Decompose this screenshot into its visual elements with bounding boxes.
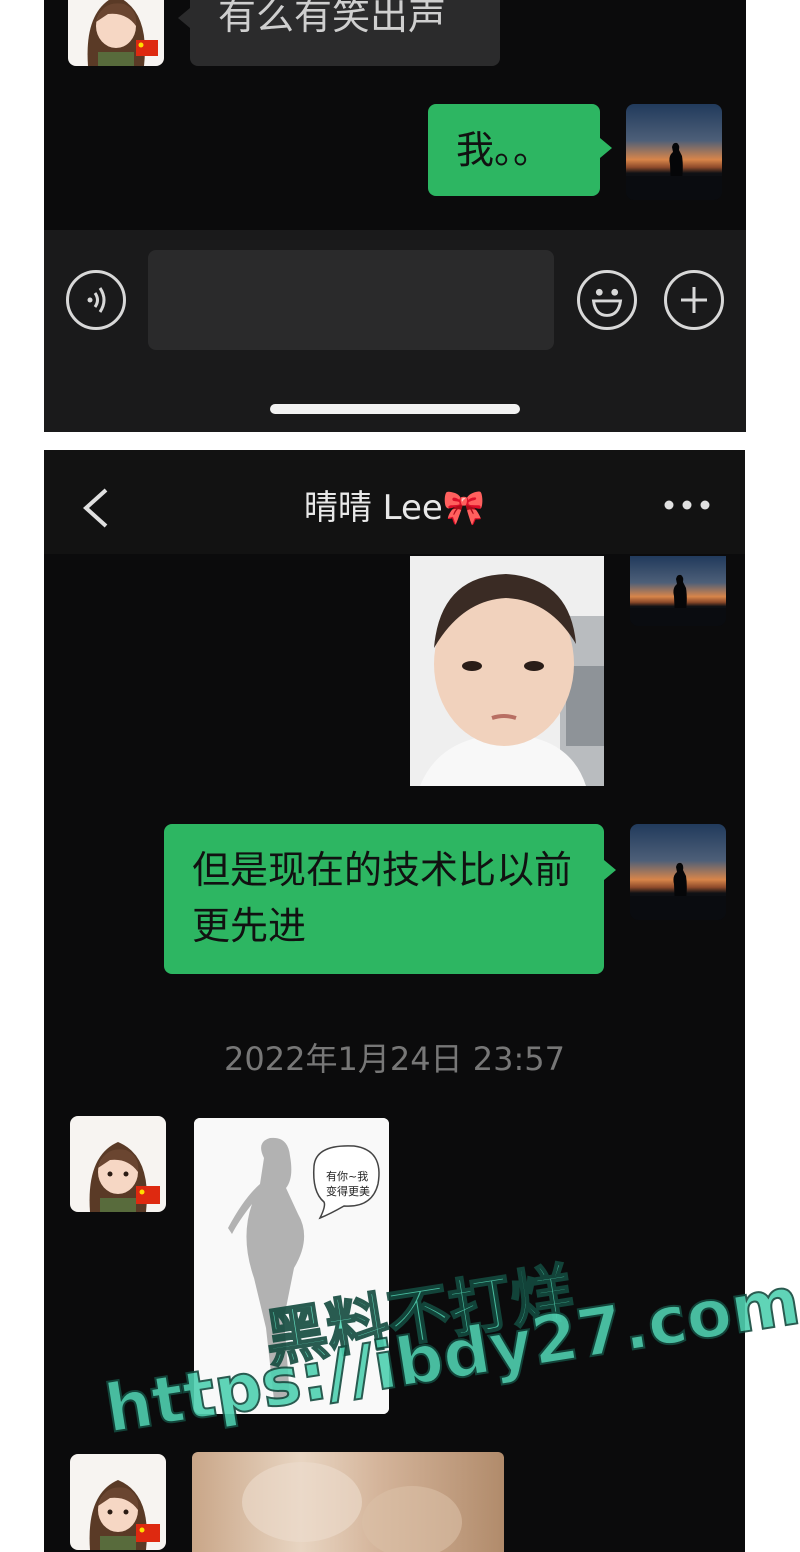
my-avatar[interactable] — [630, 556, 726, 626]
blurred-photo — [242, 1462, 462, 1552]
baby-photo — [410, 556, 604, 786]
contact-avatar[interactable] — [70, 1454, 166, 1550]
contact-avatar[interactable] — [68, 0, 164, 66]
plus-button[interactable] — [664, 270, 724, 330]
my-avatar[interactable] — [626, 104, 722, 200]
my-avatar[interactable] — [630, 824, 726, 920]
message-text: 但是现在的技术比以前更先进 — [192, 848, 573, 948]
chat-screen-top: 有么有笑出声 我。。 — [44, 0, 746, 432]
contact-avatar[interactable] — [70, 1116, 166, 1212]
input-bar — [44, 230, 746, 432]
outgoing-text-bubble[interactable]: 但是现在的技术比以前更先进 — [164, 824, 604, 974]
bubble-tail — [600, 138, 612, 158]
emoji-button[interactable] — [577, 270, 637, 330]
plus-icon — [681, 287, 707, 313]
bubble-tail — [178, 8, 190, 28]
home-indicator[interactable] — [270, 404, 520, 414]
contact-name: 晴晴 Lee🎀 — [303, 488, 486, 528]
nav-bar: 晴晴 Lee🎀 — [44, 450, 745, 554]
outgoing-text-bubble[interactable]: 我。。 — [428, 104, 600, 196]
message-text: 有么有笑出声 — [218, 0, 447, 38]
image-message[interactable] — [410, 556, 604, 786]
more-dots-icon[interactable] — [663, 498, 711, 512]
incoming-text-bubble[interactable]: 有么有笑出声 — [190, 0, 500, 66]
message-input[interactable] — [148, 250, 554, 350]
voice-input-icon — [87, 287, 106, 313]
message-timestamp: 2022年1月24日 23:57 — [224, 1040, 565, 1078]
image-message[interactable] — [192, 1452, 504, 1552]
voice-button[interactable] — [66, 270, 126, 330]
bubble-tail — [604, 860, 616, 880]
emoji-icon — [591, 288, 623, 317]
message-text: 我。。 — [456, 128, 552, 172]
